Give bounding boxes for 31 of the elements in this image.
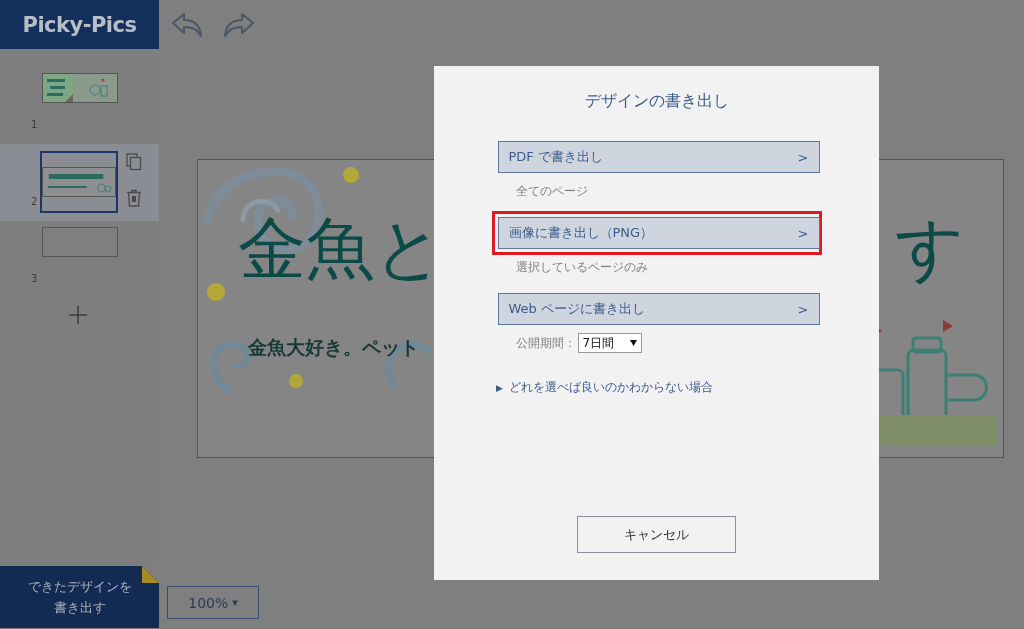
trash-icon[interactable] xyxy=(126,189,142,207)
undo-icon[interactable] xyxy=(171,12,203,37)
export-design-button[interactable]: できたデザインを 書き出す xyxy=(0,566,159,628)
period-select[interactable]: 7日間 xyxy=(577,333,643,353)
dialog-title: デザインの書き出し xyxy=(584,91,729,112)
page-number: 3 xyxy=(31,273,38,284)
redo-icon[interactable] xyxy=(223,12,255,37)
design-title-text: 金魚と xyxy=(238,212,444,287)
help-link[interactable]: ▶ どれを選べば良いのかわからない場合 xyxy=(496,379,713,396)
design-title-text: す xyxy=(895,212,965,287)
page-number: 2 xyxy=(31,196,38,207)
option-description: 全てのページ xyxy=(515,183,588,200)
zoom-select[interactable]: 100% ▾ xyxy=(167,586,259,619)
dot-decoration-icon xyxy=(289,374,303,388)
design-subtitle-text: 金魚大好き。ペット xyxy=(248,334,419,360)
copy-icon[interactable] xyxy=(126,153,142,171)
plus-icon xyxy=(68,305,88,325)
dot-decoration-icon xyxy=(343,167,359,183)
option-description: 選択しているページのみ xyxy=(515,259,648,276)
export-option-button[interactable]: Web ページに書き出し > xyxy=(497,293,820,325)
dropdown-arrow-icon xyxy=(630,340,638,346)
dot-decoration-icon xyxy=(207,283,225,301)
page-thumbnail-item[interactable]: 2 xyxy=(0,144,159,221)
page-number: 1 xyxy=(31,119,38,130)
cancel-button[interactable]: キャンセル xyxy=(577,516,736,553)
app-logo: Picky-Pics xyxy=(0,0,159,49)
page-thumbnail-item[interactable]: 3 xyxy=(0,221,159,298)
export-option-button[interactable]: PDF で書き出し > xyxy=(497,141,820,173)
export-option-button[interactable]: 画像に書き出し（PNG） > xyxy=(497,217,820,249)
page-thumbnail-item[interactable]: 1 xyxy=(0,67,159,144)
period-label: 公開期間： xyxy=(515,334,576,352)
